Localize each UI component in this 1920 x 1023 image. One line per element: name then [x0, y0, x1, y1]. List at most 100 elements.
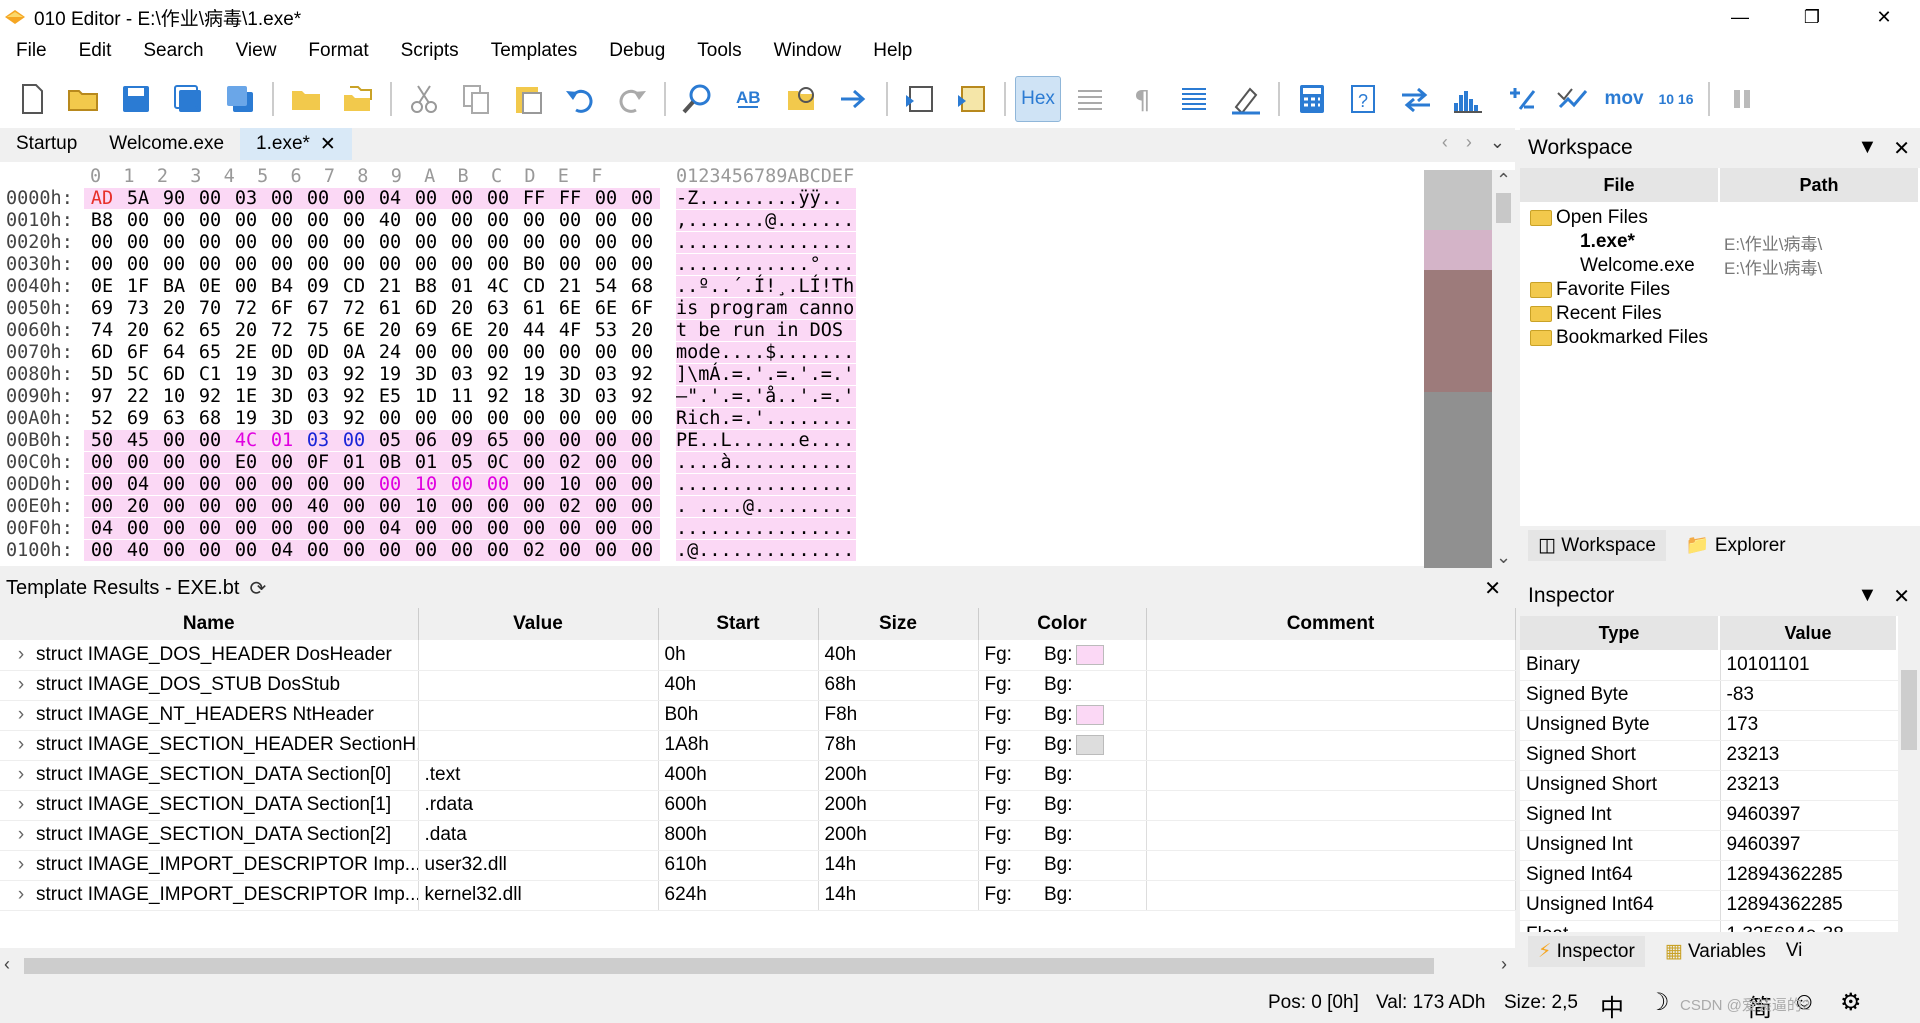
hex-byte[interactable]: 0C: [480, 452, 516, 473]
tab-file[interactable]: 1.exe* ✕: [240, 128, 352, 160]
hex-byte[interactable]: 00: [372, 474, 408, 495]
ascii-text[interactable]: . ....@.........: [676, 496, 856, 517]
scroll-thumb[interactable]: [1496, 193, 1511, 223]
hex-byte[interactable]: AD: [84, 188, 120, 209]
template-row[interactable]: › struct IMAGE_SECTION_DATA Section[0] .te…: [0, 760, 1516, 791]
hex-byte[interactable]: 0A: [336, 342, 372, 363]
hex-byte[interactable]: 92: [480, 364, 516, 385]
hex-byte[interactable]: 00: [84, 496, 120, 517]
hex-byte[interactable]: 04: [372, 518, 408, 539]
hex-byte[interactable]: 00: [300, 210, 336, 231]
hex-byte[interactable]: E5: [372, 386, 408, 407]
hex-byte[interactable]: 00: [300, 232, 336, 253]
hex-byte[interactable]: 02: [552, 496, 588, 517]
refresh-icon[interactable]: ⟳: [249, 576, 266, 601]
hex-byte[interactable]: 63: [156, 408, 192, 429]
template-row[interactable]: › struct IMAGE_DOS_HEADER DosHeader 0h 40h F…: [0, 640, 1516, 671]
menu-format[interactable]: Format: [292, 40, 384, 62]
hex-byte[interactable]: 00: [444, 474, 480, 495]
workspace-folder-icon[interactable]: [335, 76, 381, 122]
hex-byte[interactable]: 92: [336, 386, 372, 407]
hex-byte[interactable]: 19: [228, 408, 264, 429]
hex-byte[interactable]: 00: [480, 408, 516, 429]
settings-icon[interactable]: ⚙: [1840, 988, 1862, 1017]
hex-byte[interactable]: 00: [264, 496, 300, 517]
tree-favorites[interactable]: Favorite Files: [1520, 278, 1920, 302]
tab-inspector[interactable]: ⚡ Inspector: [1528, 935, 1645, 967]
hex-byte[interactable]: 00: [624, 518, 660, 539]
hex-byte[interactable]: 00: [480, 342, 516, 363]
hex-byte[interactable]: 2E: [228, 342, 264, 363]
hex-byte[interactable]: 6E: [444, 320, 480, 341]
hex-byte[interactable]: 5C: [120, 364, 156, 385]
hex-byte[interactable]: 6E: [552, 298, 588, 319]
hex-byte[interactable]: 20: [624, 320, 660, 341]
hex-byte[interactable]: 00: [336, 496, 372, 517]
ascii-text[interactable]: ............°...: [676, 254, 856, 275]
ws-col-path[interactable]: Path: [1720, 168, 1920, 202]
template-row[interactable]: › struct IMAGE_SECTION_HEADER SectionH...…: [0, 730, 1516, 761]
hex-byte[interactable]: 00: [84, 540, 120, 561]
hex-byte[interactable]: 00: [408, 518, 444, 539]
ascii-text[interactable]: ................: [676, 474, 856, 495]
hex-byte[interactable]: 24: [372, 342, 408, 363]
hex-byte[interactable]: 6D: [408, 298, 444, 319]
ascii-text[interactable]: —".'.=.'å..'.=.': [676, 386, 856, 407]
operations-icon[interactable]: [1549, 76, 1595, 122]
inspector-row[interactable]: Signed Int 9460397: [1520, 800, 1899, 831]
expand-chevron-icon[interactable]: ›: [6, 824, 36, 846]
hex-byte[interactable]: 00: [228, 474, 264, 495]
hex-byte[interactable]: 00: [480, 540, 516, 561]
hex-byte[interactable]: 5D: [84, 364, 120, 385]
hex-byte[interactable]: 00: [264, 232, 300, 253]
hex-byte[interactable]: 00: [552, 430, 588, 451]
hex-byte[interactable]: 03: [300, 430, 336, 451]
hex-byte[interactable]: 01: [336, 452, 372, 473]
ascii-text[interactable]: Rich.=.'........: [676, 408, 856, 429]
hex-byte[interactable]: B8: [84, 210, 120, 231]
hex-byte[interactable]: 5A: [120, 188, 156, 209]
tab-scroll-left-icon[interactable]: ‹: [1442, 132, 1448, 153]
hex-byte[interactable]: 0E: [84, 276, 120, 297]
hex-byte[interactable]: 04: [264, 540, 300, 561]
hex-byte[interactable]: 01: [264, 430, 300, 451]
hex-byte[interactable]: 00: [588, 518, 624, 539]
hex-byte[interactable]: 00: [336, 188, 372, 209]
tree-open-files[interactable]: Open Files: [1520, 206, 1920, 230]
hex-byte[interactable]: 04: [120, 474, 156, 495]
hex-byte[interactable]: 6E: [588, 298, 624, 319]
ascii-text[interactable]: -Z.........ÿÿ..: [676, 188, 856, 209]
hex-byte[interactable]: 00: [192, 474, 228, 495]
menu-file[interactable]: File: [0, 40, 63, 62]
expand-chevron-icon[interactable]: ›: [6, 674, 36, 696]
compare-icon[interactable]: [1393, 76, 1439, 122]
hex-byte[interactable]: 00: [264, 474, 300, 495]
template-hscrollbar[interactable]: ‹ ›: [0, 954, 1515, 978]
hex-byte[interactable]: 92: [624, 386, 660, 407]
hex-byte[interactable]: 00: [372, 540, 408, 561]
hex-byte[interactable]: 00: [588, 474, 624, 495]
hex-byte[interactable]: 00: [408, 342, 444, 363]
hex-byte[interactable]: 10: [156, 386, 192, 407]
hex-byte[interactable]: 03: [300, 408, 336, 429]
hex-byte[interactable]: 00: [84, 474, 120, 495]
hex-byte[interactable]: 00: [480, 474, 516, 495]
find-in-files-icon[interactable]: [779, 76, 825, 122]
hex-byte[interactable]: 00: [444, 342, 480, 363]
hex-byte[interactable]: 0D: [300, 342, 336, 363]
hex-byte[interactable]: 92: [480, 386, 516, 407]
hex-byte[interactable]: 00: [336, 518, 372, 539]
hex-byte[interactable]: 6F: [264, 298, 300, 319]
hex-byte[interactable]: 92: [624, 364, 660, 385]
menu-scripts[interactable]: Scripts: [385, 40, 475, 62]
hex-byte[interactable]: 00: [192, 254, 228, 275]
help-lookup-icon[interactable]: ?: [1341, 76, 1387, 122]
hex-byte[interactable]: 03: [588, 386, 624, 407]
hex-byte[interactable]: 00: [408, 210, 444, 231]
hex-byte[interactable]: 00: [264, 210, 300, 231]
hex-byte[interactable]: 00: [120, 210, 156, 231]
scroll-down-icon[interactable]: ⌄: [1492, 547, 1515, 568]
hex-byte[interactable]: 00: [444, 408, 480, 429]
hex-byte[interactable]: 00: [480, 518, 516, 539]
hex-byte[interactable]: 00: [480, 210, 516, 231]
